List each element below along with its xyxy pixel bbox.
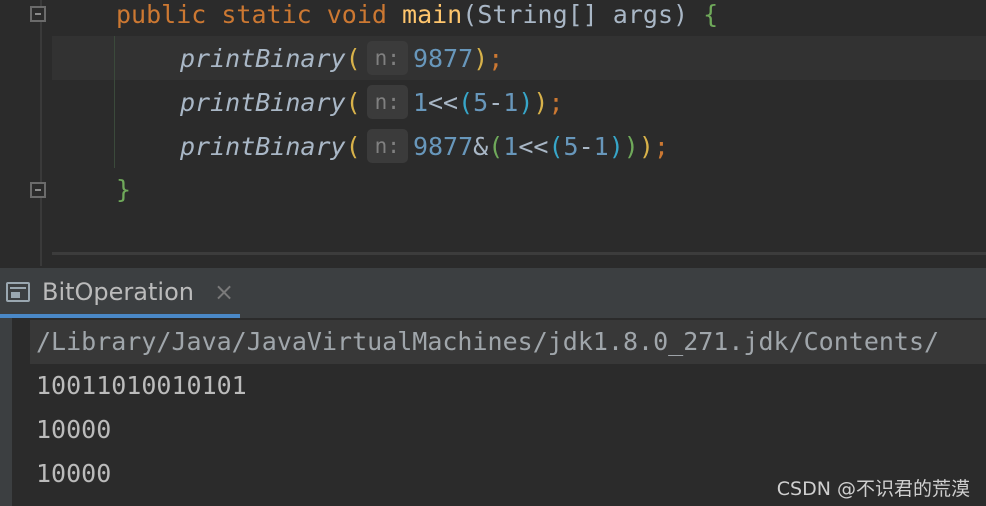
operator: << [428,88,459,117]
number-literal: 9877 [412,44,474,73]
console-tab-icon [6,282,30,302]
number-literal: 1 [412,88,428,117]
console-output-line: 10011010010101 [36,371,247,400]
param-hint: n: [366,41,408,75]
call-name: printBinary [180,88,346,117]
run-tool-window-tabs: BitOperation × [0,268,986,318]
code-line-call-3[interactable]: printBinary(n: 9877&(1<<(5-1))); [180,127,669,167]
code-line-main-signature[interactable]: public static void main(String[] args) { [116,0,718,35]
keyword-static: static [221,0,312,29]
editor-gutter [0,0,52,266]
param-type: String[] [477,0,598,29]
open-brace: { [703,0,719,29]
code-line-call-1[interactable]: printBinary(n: 9877); [180,39,503,79]
method-name: main [402,0,463,29]
close-brace: } [116,175,132,204]
fold-icon[interactable] [30,182,46,198]
indent-guide [114,36,115,168]
code-line-close-brace[interactable]: } [116,170,131,210]
keyword-public: public [116,0,207,29]
number-literal: 1 [593,132,609,161]
number-literal: 1 [503,88,519,117]
operator: - [578,132,594,161]
operator: & [473,132,489,161]
gutter-divider [40,0,42,266]
code-line-call-2[interactable]: printBinary(n: 1<<(5-1)); [180,83,564,123]
paren: ) [673,0,689,29]
call-name: printBinary [180,44,346,73]
call-name: printBinary [180,132,346,161]
console-toolbar-strip [0,318,12,506]
number-literal: 5 [563,132,579,161]
param-hint: n: [366,85,408,119]
number-literal: 9877 [412,132,474,161]
console-command-line: /Library/Java/JavaVirtualMachines/jdk1.8… [36,327,940,356]
param-hint: n: [366,129,408,163]
number-literal: 5 [473,88,489,117]
param-name: args [612,0,674,29]
code-editor[interactable]: public static void main(String[] args) {… [0,0,986,266]
close-icon[interactable]: × [214,268,234,316]
tab-label: BitOperation [42,278,194,306]
operator: << [518,132,549,161]
paren: ( [462,0,478,29]
console-output-line: 10000 [36,459,112,488]
console-output-line: 10000 [36,415,112,444]
operator: - [488,88,504,117]
watermark: CSDN @不识君的荒漠 [776,478,970,500]
fold-icon[interactable] [30,6,46,22]
tab-bitoperation[interactable]: BitOperation × [0,268,240,318]
keyword-void: void [326,0,387,29]
editor-separator [52,252,986,255]
number-literal: 1 [503,132,519,161]
